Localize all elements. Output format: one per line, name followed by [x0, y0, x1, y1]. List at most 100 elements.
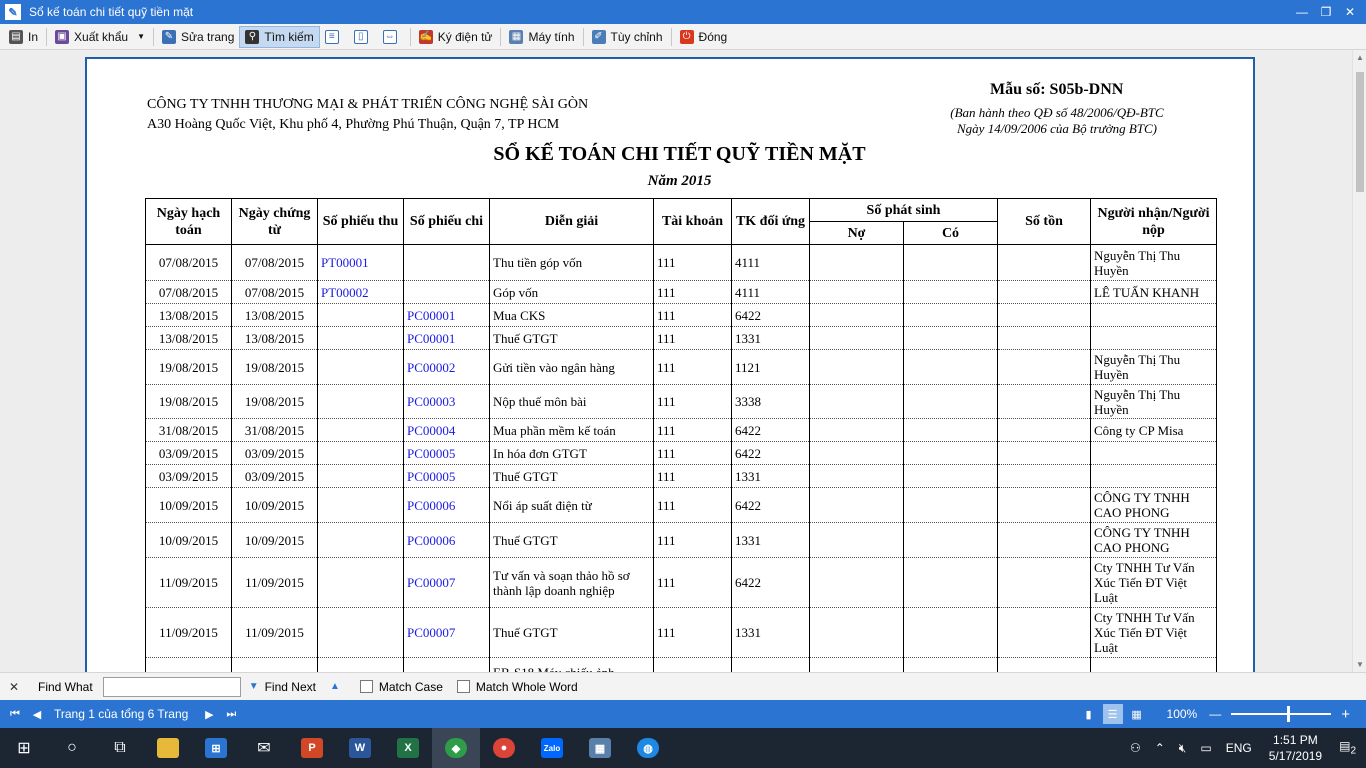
zoom-in-icon[interactable]: + [1341, 706, 1350, 723]
windows-start-icon[interactable]: ⊞ [0, 728, 48, 768]
speaker-muted-icon[interactable]: 🔇︎ [1179, 741, 1187, 756]
cell-account: 111 [653, 441, 732, 465]
single-page-view-icon[interactable]: ▮ [1079, 704, 1099, 724]
cell-account: 111 [653, 557, 732, 608]
cell-doc-date: 31/08/2015 [231, 418, 318, 442]
zoom-slider[interactable] [1231, 706, 1332, 722]
multi-page-view-icon[interactable]: ▦ [1127, 704, 1147, 724]
spreadsheet-icon[interactable]: ▦ [576, 728, 624, 768]
cell-credit [903, 326, 998, 350]
cell-account: 111 [653, 607, 732, 658]
find-next-label: Find Next [264, 679, 316, 694]
scroll-down-icon[interactable]: ▼ [1356, 660, 1364, 669]
excel-icon[interactable]: X [384, 728, 432, 768]
cell-receipt-no[interactable]: PT00001 [317, 244, 404, 281]
mail-icon[interactable]: ✉ [240, 728, 288, 768]
prev-page-icon[interactable]: ◀ [26, 708, 48, 721]
task-view-icon[interactable]: ⧉ [96, 728, 144, 768]
cell-posting-date: 13/08/2015 [145, 303, 232, 327]
cell-balance [997, 303, 1091, 327]
view-mode-button-1[interactable]: ≡ [320, 26, 349, 48]
cell-payment-no[interactable]: PC00006 [403, 522, 490, 558]
export-button[interactable]: ▣ Xuất khẩu ▼ [50, 26, 150, 48]
window-title: Sổ kế toán chi tiết quỹ tiền mặt [29, 5, 194, 19]
table-row: 10/09/2015 10/09/2015 PC00006 Nổi áp suất đ… [145, 487, 1217, 523]
cell-payment-no[interactable]: PC00005 [403, 441, 490, 465]
cell-debit [809, 326, 904, 350]
chevron-down-icon[interactable]: ▼ [137, 32, 145, 41]
find-previous-button[interactable]: ▲ [330, 681, 346, 692]
cell-payment-no[interactable]: PC00003 [403, 384, 490, 419]
cell-posting-date: 19/08/2015 [145, 349, 232, 385]
report-page: CÔNG TY TNHH THƯƠNG MẠI & PHÁT TRIỂN CÔN… [85, 57, 1255, 672]
find-input[interactable] [102, 676, 241, 697]
search-circle-icon[interactable]: ○ [48, 728, 96, 768]
minimize-button[interactable]: — [1290, 5, 1314, 19]
match-whole-word-checkbox[interactable]: Match Whole Word [456, 680, 578, 694]
continuous-view-icon[interactable]: ☰ [1102, 704, 1123, 724]
cell-credit [903, 657, 998, 672]
cell-posting-date: 13/08/2015 [145, 326, 232, 350]
powerpoint-icon[interactable]: P [288, 728, 336, 768]
cell-payment-no[interactable]: PC00006 [403, 487, 490, 523]
cell-payment-no[interactable]: PC00002 [403, 349, 490, 385]
match-case-label: Match Case [378, 679, 443, 694]
window-titlebar: ✎ Sổ kế toán chi tiết quỹ tiền mặt — ❐ ✕ [0, 0, 1366, 24]
accounting-app-icon[interactable]: ◆ [432, 728, 480, 768]
checkbox-box[interactable] [456, 680, 470, 693]
scrollbar-thumb[interactable] [1356, 72, 1364, 192]
toolbar-divider [46, 27, 48, 46]
close-find-icon[interactable]: ✕ [0, 680, 28, 694]
next-page-icon[interactable]: ▶ [198, 708, 220, 721]
file-explorer-icon[interactable] [144, 728, 192, 768]
cell-counter-account: 1121 [731, 349, 810, 385]
find-next-button[interactable]: ▼ Find Next [249, 680, 316, 694]
print-button[interactable]: ▤ In [4, 26, 43, 48]
chrome-icon[interactable]: ● [480, 728, 528, 768]
zalo-icon[interactable]: Zalo [528, 728, 576, 768]
store-icon[interactable]: ⊞ [192, 728, 240, 768]
people-icon[interactable]: ⚇ [1130, 741, 1141, 755]
cell-receipt-no[interactable]: PT00002 [317, 280, 404, 304]
cell-payment-no[interactable]: PC00007 [403, 557, 490, 608]
sign-label: Ký điện tử [437, 29, 493, 44]
zoom-slider-knob[interactable] [1287, 706, 1291, 722]
edit-page-button[interactable]: ✎ Sửa trang [157, 26, 239, 48]
match-case-checkbox[interactable]: Match Case [359, 679, 443, 694]
calculator-button[interactable]: ▦ Máy tính [504, 26, 579, 48]
first-page-icon[interactable]: ⏮ [4, 708, 26, 721]
view-mode-button-2[interactable]: ▯ [349, 26, 378, 48]
customize-button[interactable]: ✐ Tùy chỉnh [587, 26, 668, 48]
cell-payment-no[interactable]: PC00005 [403, 464, 490, 488]
vertical-scrollbar[interactable]: ▲ ▼ [1352, 50, 1366, 672]
zoom-out-icon[interactable]: — [1209, 707, 1221, 721]
restore-button[interactable]: ❐ [1314, 5, 1338, 19]
browser-globe-icon[interactable]: ◍ [624, 728, 672, 768]
checkbox-box[interactable] [359, 680, 373, 693]
view-mode-button-3[interactable]: ⇔ [378, 26, 407, 48]
cell-counter-account: 1331 [731, 326, 810, 350]
cell-payment-no[interactable]: PC00001 [403, 326, 490, 350]
close-report-button[interactable]: ⏻ Đóng [675, 26, 733, 48]
cell-balance [997, 418, 1091, 442]
table-row: EB-S18 Máy chiếu ảnh [145, 657, 1217, 672]
scroll-up-icon[interactable]: ▲ [1356, 53, 1364, 62]
close-window-button[interactable]: ✕ [1338, 5, 1362, 19]
cell-payment-no[interactable]: PC00001 [403, 303, 490, 327]
cell-payment-no[interactable]: PC00004 [403, 418, 490, 442]
word-icon[interactable]: W [336, 728, 384, 768]
report-toolbar: ▤ In ▣ Xuất khẩu ▼ ✎ Sửa trang ⚲ Tìm kiế… [0, 24, 1366, 50]
cell-payment-no[interactable]: PC00007 [403, 607, 490, 658]
last-page-icon[interactable]: ⏭ [220, 708, 242, 721]
sign-button[interactable]: ✍ Ký điện tử [414, 26, 498, 48]
language-indicator[interactable]: ENG [1226, 741, 1252, 755]
notification-icon[interactable]: ▤2 [1339, 739, 1356, 756]
cell-person: Cty TNHH Tư Vấn Xúc Tiến ĐT Việt Luật [1090, 557, 1217, 608]
network-icon[interactable]: ▭ [1200, 741, 1211, 755]
single-page-icon: ▯ [353, 29, 368, 44]
clock[interactable]: 1:51 PM 5/17/2019 [1269, 732, 1322, 764]
table-row: 13/08/2015 13/08/2015 PC00001 Mua CKS 111 642… [145, 303, 1217, 327]
tray-chevron-icon[interactable]: ⌃ [1155, 741, 1165, 755]
search-button[interactable]: ⚲ Tìm kiếm [239, 25, 320, 48]
cell-credit [903, 349, 998, 385]
